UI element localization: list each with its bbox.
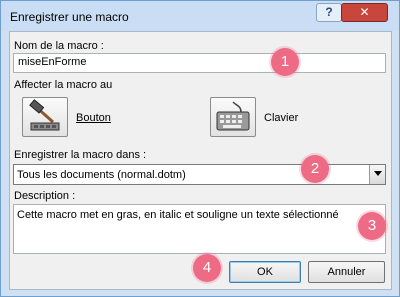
close-button[interactable]: ✕: [341, 3, 388, 22]
store-select-value: Tous les documents (normal.dotm): [17, 169, 186, 181]
cancel-button[interactable]: Annuler: [308, 261, 385, 283]
description-label: Description :: [14, 190, 76, 202]
annotation-badge-3: 3: [358, 212, 386, 240]
annotation-badge-2: 2: [301, 155, 329, 183]
assign-keyboard-label: Clavier: [264, 112, 299, 124]
keyboard-icon: [216, 101, 250, 131]
ok-button[interactable]: OK: [229, 261, 301, 283]
macro-name-label: Nom de la macro :: [14, 40, 104, 52]
annotation-badge-1: 1: [271, 48, 299, 76]
annotation-badge-4: 4: [193, 254, 221, 282]
macro-name-input[interactable]: miseEnForme: [13, 53, 386, 73]
store-label: Enregistrer la macro dans :: [14, 149, 147, 161]
assign-button-label: Bouton: [76, 112, 111, 124]
assign-keyboard-button[interactable]: [210, 97, 256, 137]
description-field[interactable]: Cette macro met en gras, en italic et so…: [13, 204, 386, 254]
help-button[interactable]: ?: [316, 3, 342, 22]
dialog-body: Nom de la macro : miseEnForme Affecter l…: [9, 31, 392, 290]
window-title: Enregistrer une macro: [10, 10, 129, 24]
assign-button-button[interactable]: [22, 97, 68, 137]
title-bar: Enregistrer une macro ? ✕: [1, 1, 399, 31]
chevron-down-icon[interactable]: [369, 165, 385, 184]
assign-label: Affecter la macro au: [14, 79, 113, 91]
macro-dialog: Enregistrer une macro ? ✕ Nom de la macr…: [0, 0, 400, 297]
store-select[interactable]: Tous les documents (normal.dotm): [13, 164, 386, 185]
hammer-icon: [29, 99, 60, 131]
